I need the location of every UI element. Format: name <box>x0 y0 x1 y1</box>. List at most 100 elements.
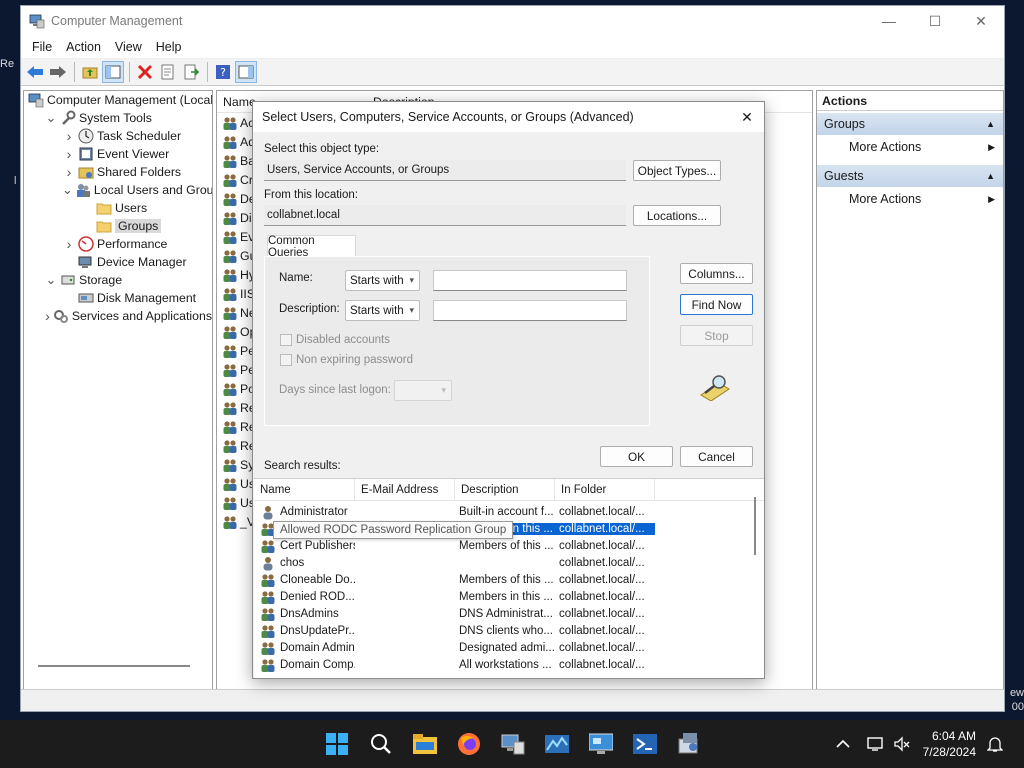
chevron-down-icon[interactable]: ⌄ <box>62 182 73 198</box>
tree-horizontal-scrollbar[interactable] <box>38 665 190 667</box>
table-row[interactable]: Administrator Built-in account f... collab… <box>254 503 764 520</box>
column-description[interactable]: Description <box>455 479 555 501</box>
tree-item[interactable]: ⌄ Storage <box>24 271 212 289</box>
help-icon[interactable]: ? <box>212 61 234 83</box>
search-icon[interactable] <box>365 728 397 760</box>
disabled-accounts-checkbox[interactable]: Disabled accounts <box>280 334 390 346</box>
name-mode-select[interactable]: Starts with ▾ <box>345 270 420 291</box>
collapse-caret-icon[interactable]: ▲ <box>986 171 995 181</box>
export-list-icon[interactable] <box>180 61 202 83</box>
system-clock[interactable]: 6:04 AM 7/28/2024 <box>923 728 976 760</box>
up-folder-icon[interactable] <box>79 61 101 83</box>
days-since-logon-select[interactable]: ▾ <box>394 380 452 401</box>
tab-common-queries[interactable]: Common Queries <box>267 235 356 259</box>
network-icon[interactable] <box>867 720 885 768</box>
forward-arrow-icon[interactable] <box>47 61 69 83</box>
menu-file[interactable]: File <box>25 38 59 56</box>
name-input[interactable] <box>433 270 627 291</box>
tree-item[interactable]: Disk Management <box>24 289 212 307</box>
table-row[interactable]: Cloneable Do... Members of this ... collab… <box>254 571 764 588</box>
tree-item[interactable]: Computer Management (Local <box>24 91 212 109</box>
delete-icon[interactable] <box>134 61 156 83</box>
performance-monitor-icon[interactable] <box>541 728 573 760</box>
chevron-down-icon[interactable]: ⌄ <box>44 110 58 126</box>
more-actions-groups[interactable]: More Actions ▶ <box>817 135 1003 159</box>
group-icon <box>222 362 238 378</box>
column-email[interactable]: E-Mail Address <box>355 479 455 501</box>
volume-muted-icon[interactable] <box>893 720 911 768</box>
firefox-icon[interactable] <box>453 728 485 760</box>
locations-button[interactable]: Locations... <box>633 205 721 226</box>
tree-item[interactable]: ⌄ Local Users and Groups <box>24 181 212 199</box>
show-hidden-icons[interactable] <box>836 720 850 768</box>
table-row[interactable]: Cert Publishers Members of this ... collab… <box>254 537 764 554</box>
column-in-folder[interactable]: In Folder <box>555 479 655 501</box>
file-explorer-icon[interactable] <box>409 728 441 760</box>
description-mode-select[interactable]: Starts with ▾ <box>345 300 420 321</box>
object-types-button[interactable]: Object Types... <box>633 160 721 181</box>
find-now-button[interactable]: Find Now <box>680 294 753 315</box>
group-icon <box>222 286 238 302</box>
table-row[interactable]: Domain Comp... All workstations ... collab… <box>254 656 764 673</box>
chevron-right-icon[interactable]: › <box>44 308 51 324</box>
tree-item[interactable]: ⌄ System Tools <box>24 109 212 127</box>
column-name[interactable]: Name <box>254 479 355 501</box>
chevron-right-icon[interactable]: › <box>62 146 76 162</box>
status-bar <box>21 689 1004 711</box>
show-hide-tree-icon[interactable] <box>102 61 124 83</box>
tree-item[interactable]: › Services and Applications <box>24 307 212 325</box>
dialog-title-bar[interactable]: Select Users, Computers, Service Account… <box>253 102 764 132</box>
stop-button[interactable]: Stop <box>680 325 753 346</box>
cancel-button[interactable]: Cancel <box>680 446 753 467</box>
computer-management-taskbar-icon[interactable] <box>497 728 529 760</box>
ok-button[interactable]: OK <box>600 446 673 467</box>
table-row[interactable]: DnsUpdatePr... DNS clients who... collabne… <box>254 622 764 639</box>
close-button[interactable]: ✕ <box>958 6 1004 36</box>
section-label: Groups <box>824 117 865 131</box>
tree-item[interactable]: › Event Viewer <box>24 145 212 163</box>
group-icon <box>222 400 238 416</box>
tree-item[interactable]: Device Manager <box>24 253 212 271</box>
menu-view[interactable]: View <box>108 38 149 56</box>
more-actions-guests[interactable]: More Actions ▶ <box>817 187 1003 211</box>
menu-action[interactable]: Action <box>59 38 108 56</box>
system-tools-icon <box>60 110 76 126</box>
table-row[interactable]: chos collabnet.local/... <box>254 554 764 571</box>
actions-section-guests[interactable]: Guests ▲ <box>817 165 1003 187</box>
chevron-down-icon[interactable]: ⌄ <box>44 272 58 288</box>
active-directory-users-icon[interactable] <box>673 728 705 760</box>
group-icon <box>222 248 238 264</box>
chevron-right-icon[interactable]: › <box>62 236 76 252</box>
tree-item[interactable]: Users <box>24 199 212 217</box>
menu-help[interactable]: Help <box>149 38 189 56</box>
start-windows-icon[interactable] <box>321 728 353 760</box>
server-manager-icon[interactable] <box>585 728 617 760</box>
dialog-close-icon[interactable]: ✕ <box>730 102 764 132</box>
select-value: Starts with <box>350 304 404 317</box>
table-row[interactable]: Denied ROD... Members in this ... collabne… <box>254 588 764 605</box>
results-scrollbar[interactable] <box>754 497 756 555</box>
columns-button[interactable]: Columns... <box>680 263 753 284</box>
actions-section-groups[interactable]: Groups ▲ <box>817 113 1003 135</box>
minimize-button[interactable]: — <box>866 6 912 36</box>
table-row[interactable]: Domain Admins Designated admi... collabnet… <box>254 639 764 656</box>
non-expiring-checkbox[interactable]: Non expiring password <box>280 354 413 366</box>
maximize-button[interactable]: ☐ <box>912 6 958 36</box>
title-bar[interactable]: Computer Management — ☐ ✕ <box>21 6 1004 36</box>
tree-item[interactable]: › Task Scheduler <box>24 127 212 145</box>
show-hide-action-pane-icon[interactable] <box>235 61 257 83</box>
properties-icon[interactable] <box>157 61 179 83</box>
navigation-tree[interactable]: Computer Management (Local ⌄ System Tools ›… <box>23 90 213 690</box>
tree-item[interactable]: › Performance <box>24 235 212 253</box>
description-input[interactable] <box>433 300 627 321</box>
collapse-caret-icon[interactable]: ▲ <box>986 119 995 129</box>
back-arrow-icon[interactable] <box>24 61 46 83</box>
tree-item[interactable]: Groups <box>24 217 212 235</box>
chevron-right-icon[interactable]: › <box>62 128 76 144</box>
chevron-right-icon[interactable]: › <box>62 164 76 180</box>
search-results-list[interactable]: Name E-Mail Address Description In Folde… <box>254 478 764 678</box>
tree-item[interactable]: › Shared Folders <box>24 163 212 181</box>
notifications-bell-icon[interactable] <box>987 720 1003 768</box>
table-row[interactable]: DnsAdmins DNS Administrat... collabnet.loc… <box>254 605 764 622</box>
powershell-icon[interactable] <box>629 728 661 760</box>
